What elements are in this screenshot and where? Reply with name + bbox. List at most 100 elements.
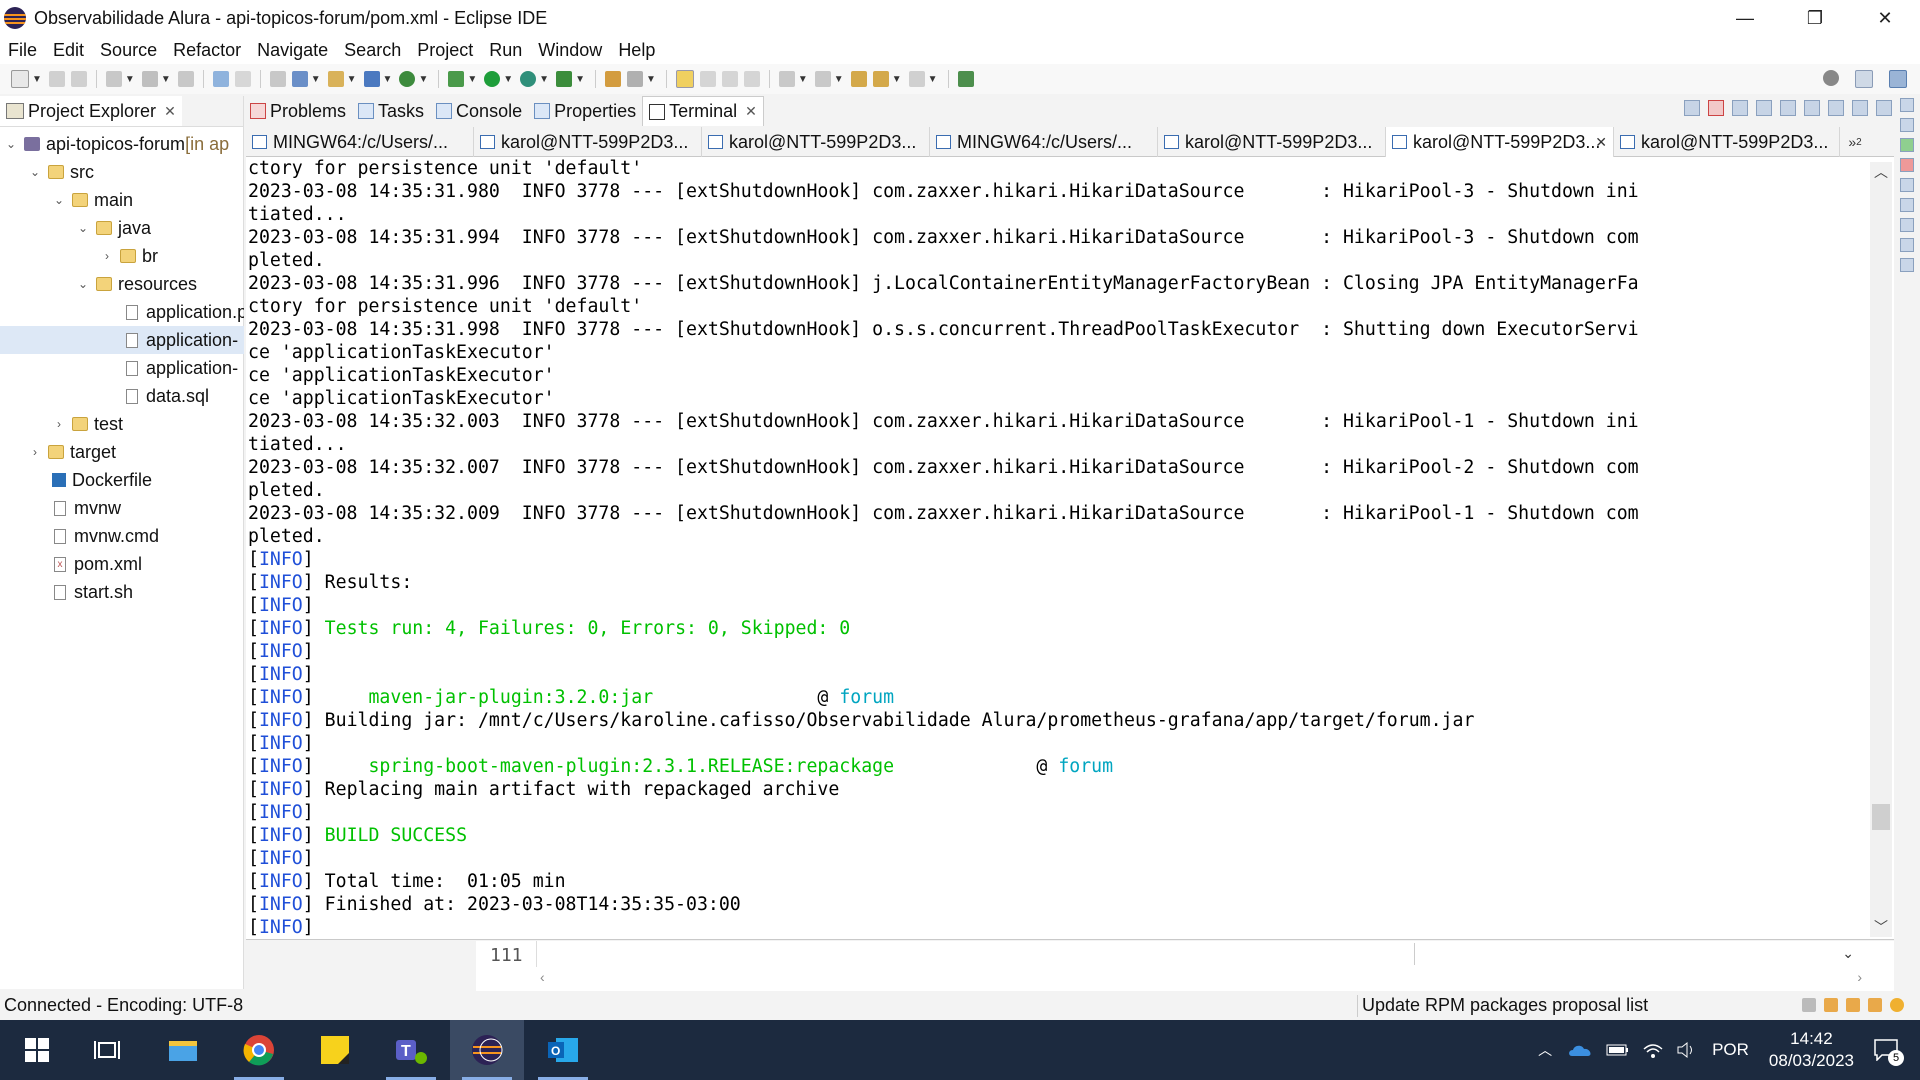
chevron-up-icon[interactable]: ︿ bbox=[1538, 1040, 1552, 1060]
tree-item-api-topicos-forum[interactable]: ⌄ api-topicos-forum [in ap bbox=[0, 130, 244, 158]
snippets-icon[interactable] bbox=[1900, 238, 1914, 252]
forward-icon[interactable] bbox=[908, 71, 925, 87]
sticky-notes-button[interactable] bbox=[298, 1020, 372, 1080]
battery-icon[interactable] bbox=[1606, 1043, 1630, 1057]
external-tools-icon[interactable] bbox=[556, 71, 573, 87]
sync-icon[interactable] bbox=[1890, 998, 1904, 1012]
tree-item-java[interactable]: ⌄ java bbox=[0, 214, 244, 242]
dropdown-icon[interactable]: ▼ bbox=[646, 74, 656, 85]
tree-item-dockerfile[interactable]: Dockerfile bbox=[0, 466, 244, 494]
dropdown-icon[interactable]: ▼ bbox=[928, 74, 938, 85]
pin-icon[interactable] bbox=[1780, 100, 1796, 116]
clock[interactable]: 14:42 08/03/2023 bbox=[1769, 1028, 1854, 1072]
close-icon[interactable]: ✕ bbox=[745, 103, 757, 120]
save-icon[interactable] bbox=[48, 71, 65, 87]
terminal-icon[interactable] bbox=[212, 71, 229, 87]
terminal-session-tab-active[interactable]: karol@NTT-599P2D3... ✕ bbox=[1386, 127, 1614, 157]
block-selection-icon[interactable] bbox=[721, 71, 738, 87]
java-perspective-icon[interactable] bbox=[1889, 70, 1907, 88]
tree-item-br[interactable]: › br bbox=[0, 242, 244, 270]
search-tool-icon[interactable] bbox=[626, 71, 643, 87]
minimize-view-icon[interactable] bbox=[1876, 100, 1892, 116]
green-icon[interactable] bbox=[1900, 138, 1914, 152]
refresh-green-icon[interactable] bbox=[399, 71, 416, 87]
new-icon[interactable] bbox=[11, 70, 29, 88]
terminal-session-tab[interactable]: karol@NTT-599P2D3... bbox=[1614, 127, 1840, 157]
pdf-icon[interactable] bbox=[1900, 158, 1914, 172]
more-tabs-button[interactable]: » 2 bbox=[1840, 127, 1870, 157]
dropdown-icon[interactable]: ▼ bbox=[467, 74, 477, 85]
menu-file[interactable]: File bbox=[0, 36, 45, 64]
chevron-right-icon[interactable]: › bbox=[52, 417, 66, 431]
progress-icon[interactable] bbox=[1802, 998, 1816, 1012]
outlook-button[interactable]: O bbox=[526, 1020, 600, 1080]
git-icon[interactable] bbox=[1900, 178, 1914, 192]
servers-icon[interactable] bbox=[1900, 198, 1914, 212]
terminal-session-tab[interactable]: MINGW64:/c/Users/... bbox=[246, 127, 474, 157]
tree-item-data-sql[interactable]: data.sql bbox=[0, 382, 244, 410]
menu-run[interactable]: Run bbox=[481, 36, 530, 64]
mark-occurrences-icon[interactable] bbox=[675, 70, 694, 88]
menu-project[interactable]: Project bbox=[409, 36, 481, 64]
tab-tasks[interactable]: Tasks bbox=[352, 96, 430, 126]
terminal-session-tab[interactable]: karol@NTT-599P2D3... bbox=[1158, 127, 1386, 157]
data-source-icon[interactable] bbox=[1900, 218, 1914, 232]
dropdown-icon[interactable]: ▼ bbox=[798, 74, 808, 85]
menu-refactor[interactable]: Refactor bbox=[165, 36, 249, 64]
notification-icon[interactable] bbox=[1824, 998, 1838, 1012]
tab-problems[interactable]: Problems bbox=[244, 96, 352, 126]
dropdown-icon[interactable]: ▼ bbox=[347, 74, 357, 85]
menu-help[interactable]: Help bbox=[610, 36, 663, 64]
open-perspective-icon[interactable] bbox=[1855, 70, 1873, 88]
tree-item-target[interactable]: › target bbox=[0, 438, 244, 466]
show-whitespace-icon[interactable] bbox=[743, 71, 760, 87]
close-icon[interactable]: ✕ bbox=[1595, 134, 1607, 151]
tree-item-application-selected[interactable]: application- bbox=[0, 326, 244, 354]
pin-editor-icon[interactable] bbox=[957, 71, 974, 87]
wand-icon[interactable] bbox=[1868, 998, 1882, 1012]
new-java-project-icon[interactable] bbox=[291, 71, 308, 87]
previous-annotation-icon[interactable] bbox=[814, 71, 831, 87]
outline-icon[interactable] bbox=[1900, 98, 1914, 112]
tree-item-application-properties[interactable]: application.p bbox=[0, 298, 244, 326]
dropdown-icon[interactable]: ▼ bbox=[418, 74, 428, 85]
last-edit-location-icon[interactable] bbox=[850, 71, 867, 87]
terminal-vertical-scrollbar[interactable]: ︿ ﹀ bbox=[1870, 162, 1892, 937]
build-icon[interactable] bbox=[141, 71, 158, 87]
chevron-down-icon[interactable]: ⌄ bbox=[1842, 945, 1854, 962]
chevron-down-icon[interactable]: ⌄ bbox=[28, 165, 42, 179]
dropdown-icon[interactable]: ▼ bbox=[892, 74, 902, 85]
tree-item-resources[interactable]: ⌄ resources bbox=[0, 270, 244, 298]
eclipse-taskbar-button[interactable] bbox=[450, 1020, 524, 1080]
chevron-right-icon[interactable]: › bbox=[28, 445, 42, 459]
print-icon[interactable] bbox=[177, 71, 194, 87]
dropdown-icon[interactable]: ▼ bbox=[539, 74, 549, 85]
tab-properties[interactable]: Properties bbox=[528, 96, 642, 126]
new-dropdown-icon[interactable]: ▼ bbox=[32, 74, 42, 85]
tree-item-main[interactable]: ⌄ main bbox=[0, 186, 244, 214]
terminal-view-icon[interactable] bbox=[1900, 258, 1914, 272]
chevron-down-icon[interactable]: ⌄ bbox=[76, 277, 90, 291]
dropdown-icon[interactable]: ▼ bbox=[311, 74, 321, 85]
onedrive-icon[interactable] bbox=[1568, 1042, 1594, 1058]
menu-edit[interactable]: Edit bbox=[45, 36, 92, 64]
terminal-output[interactable]: ctory for persistence unit 'default' 2023… bbox=[246, 157, 1894, 940]
restore-button[interactable]: ❐ bbox=[1780, 0, 1850, 36]
refresh-icon[interactable] bbox=[269, 71, 286, 87]
dropdown-icon[interactable]: ▼ bbox=[125, 74, 135, 85]
dropdown-icon[interactable]: ▼ bbox=[575, 74, 585, 85]
task-view-button[interactable] bbox=[70, 1020, 144, 1080]
tips-icon[interactable] bbox=[1846, 998, 1860, 1012]
tree-item-pom-xml[interactable]: x pom.xml bbox=[0, 550, 244, 578]
notifications-button[interactable]: 5 bbox=[1866, 1030, 1906, 1070]
skip-breakpoints-icon[interactable] bbox=[105, 71, 122, 87]
teams-button[interactable]: T bbox=[374, 1020, 448, 1080]
tree-item-test[interactable]: › test bbox=[0, 410, 244, 438]
close-icon[interactable]: ✕ bbox=[164, 103, 176, 120]
tab-console[interactable]: Console bbox=[430, 96, 528, 126]
tab-terminal[interactable]: Terminal ✕ bbox=[642, 96, 764, 126]
menu-navigate[interactable]: Navigate bbox=[249, 36, 336, 64]
scroll-left-icon[interactable]: ‹ bbox=[540, 969, 545, 985]
chrome-button[interactable] bbox=[222, 1020, 296, 1080]
dropdown-icon[interactable]: ▼ bbox=[834, 74, 844, 85]
